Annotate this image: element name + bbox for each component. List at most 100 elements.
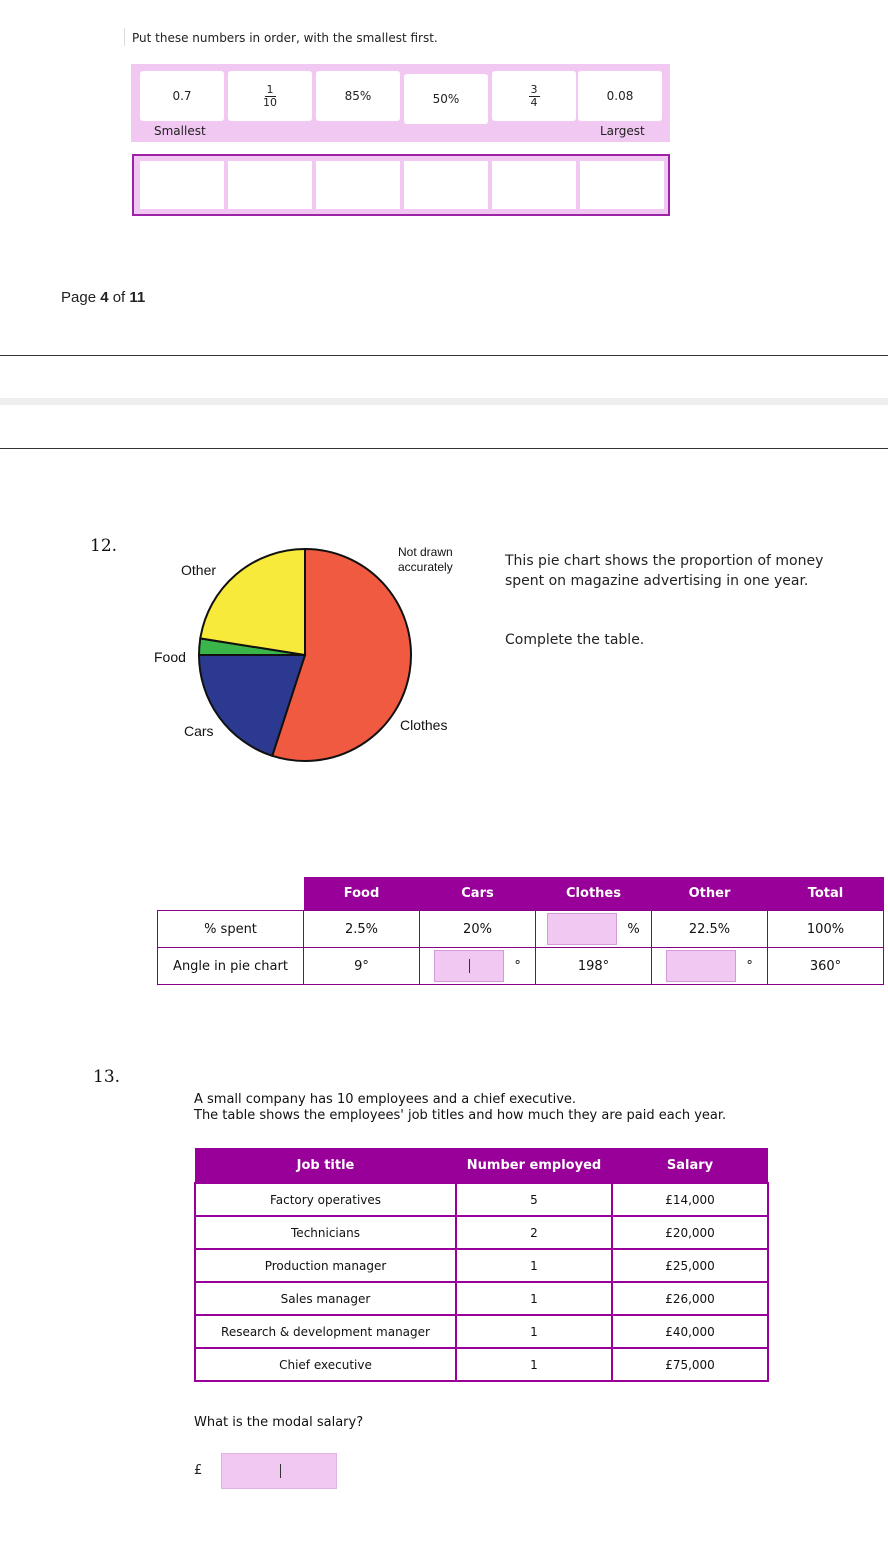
page-of: of [108, 289, 130, 306]
unit: % [627, 921, 640, 937]
table-cell: 20% [419, 910, 536, 948]
table-row: Sales manager 1 £26,000 [194, 1281, 769, 1316]
smallest-label: Smallest [154, 124, 206, 138]
card-value: 85% [344, 89, 372, 103]
drop-slot[interactable] [580, 161, 664, 209]
page-indicator: Page 4 of 11 [61, 289, 145, 306]
question-number: 12. [90, 536, 118, 556]
not-drawn-note: Not drawn accurately [398, 545, 453, 575]
table-cell: £20,000 [611, 1215, 769, 1250]
table-header-blank [157, 877, 304, 911]
number-card[interactable]: 0.7 [140, 71, 224, 121]
table-cell: 1 [455, 1314, 613, 1349]
denominator: 4 [530, 95, 538, 109]
note-line: Not drawn [398, 545, 453, 559]
other-angle-input[interactable] [666, 950, 737, 982]
table-cell: 9° [303, 947, 420, 985]
table-header: Cars [419, 877, 536, 911]
pie-label-clothes: Clothes [400, 717, 448, 733]
number-card[interactable]: 34 [492, 71, 576, 121]
unit: ° [514, 958, 521, 974]
table-row: Production manager 1 £25,000 [194, 1248, 769, 1283]
cars-angle-input[interactable] [434, 950, 505, 982]
table-cell: 1 [455, 1347, 613, 1382]
table-cell: 2 [455, 1215, 613, 1250]
table-header: Total [767, 877, 884, 911]
number-card[interactable]: 85% [316, 71, 400, 121]
modal-salary-input[interactable] [221, 1453, 337, 1489]
table-cell: 1 [455, 1248, 613, 1283]
question-number: 13. [93, 1067, 121, 1087]
table-cell: £40,000 [611, 1314, 769, 1349]
numerator: 3 [528, 82, 540, 97]
denominator: 10 [263, 95, 277, 109]
table-cell: Factory operatives [194, 1182, 457, 1217]
intro-line: A small company has 10 employees and a c… [194, 1092, 577, 1107]
row-label: % spent [157, 910, 304, 948]
text-caret [468, 958, 470, 973]
drop-slot[interactable] [140, 161, 224, 209]
currency-symbol: £ [194, 1463, 203, 1478]
table-cell: Sales manager [194, 1281, 457, 1316]
table-cell: 198° [535, 947, 652, 985]
drop-slot[interactable] [404, 161, 488, 209]
pie-table: Food Cars Clothes Other Total % spent 2.… [157, 877, 884, 985]
table-header: Number employed [456, 1148, 612, 1183]
table-cell: 5 [455, 1182, 613, 1217]
drop-slot[interactable] [228, 161, 312, 209]
note-line: accurately [398, 560, 453, 574]
table-cell-input: % [535, 910, 652, 948]
table-header: Clothes [535, 877, 652, 911]
table-row: Chief executive 1 £75,000 [194, 1347, 769, 1382]
table-header: Other [651, 877, 768, 911]
drop-slot[interactable] [316, 161, 400, 209]
drop-slot[interactable] [492, 161, 576, 209]
table-header-row: Job title Number employed Salary [195, 1148, 768, 1183]
table-cell: £25,000 [611, 1248, 769, 1283]
card-value: 50% [432, 92, 460, 106]
q13-intro: A small company has 10 employees and a c… [194, 1092, 726, 1124]
table-header-row: Food Cars Clothes Other Total [157, 877, 884, 911]
table-cell-input: ° [419, 947, 536, 985]
pie-slices [197, 547, 412, 762]
page-prefix: Page [61, 289, 101, 306]
card-value: 0.08 [606, 89, 634, 103]
left-rule [124, 28, 125, 46]
number-cards-container: 0.7 1 10 85% 50% 34 0.08 [131, 64, 670, 142]
number-card[interactable]: 50% [404, 74, 488, 124]
q12-instruction: Complete the table. [505, 632, 645, 648]
clothes-percent-input[interactable] [547, 913, 618, 945]
table-cell: 360° [767, 947, 884, 985]
pie-chart [197, 547, 412, 762]
divider [0, 448, 888, 449]
fraction: 34 [528, 82, 540, 109]
table-cell: Research & development manager [194, 1314, 457, 1349]
number-card[interactable]: 1 10 [228, 71, 312, 121]
table-cell: 2.5% [303, 910, 420, 948]
table-cell-input: ° [651, 947, 768, 985]
pie-label-food: Food [154, 649, 186, 665]
divider [0, 355, 888, 356]
numerator: 1 [264, 82, 276, 97]
pie-label-cars: Cars [184, 723, 214, 739]
table-row: Angle in pie chart 9° ° 198° ° 360° [157, 947, 884, 985]
page-break-band [0, 398, 888, 405]
table-cell: 100% [767, 910, 884, 948]
table-header: Salary [612, 1148, 768, 1183]
table-cell: £75,000 [611, 1347, 769, 1382]
page-total: 11 [129, 289, 146, 306]
page-current: 4 [100, 289, 109, 306]
table-cell: Technicians [194, 1215, 457, 1250]
table-row: Technicians 2 £20,000 [194, 1215, 769, 1250]
table-cell: 22.5% [651, 910, 768, 948]
fraction: 1 10 [263, 82, 277, 109]
table-cell: Chief executive [194, 1347, 457, 1382]
pie-label-other: Other [181, 562, 217, 578]
table-row: Research & development manager 1 £40,000 [194, 1314, 769, 1349]
q12-description: This pie chart shows the proportion of m… [505, 553, 824, 589]
answer-drop-zone [132, 154, 670, 216]
text-caret [280, 1464, 281, 1478]
number-card[interactable]: 0.08 [578, 71, 662, 121]
modal-question: What is the modal salary? [194, 1415, 364, 1430]
row-label: Angle in pie chart [157, 947, 304, 985]
